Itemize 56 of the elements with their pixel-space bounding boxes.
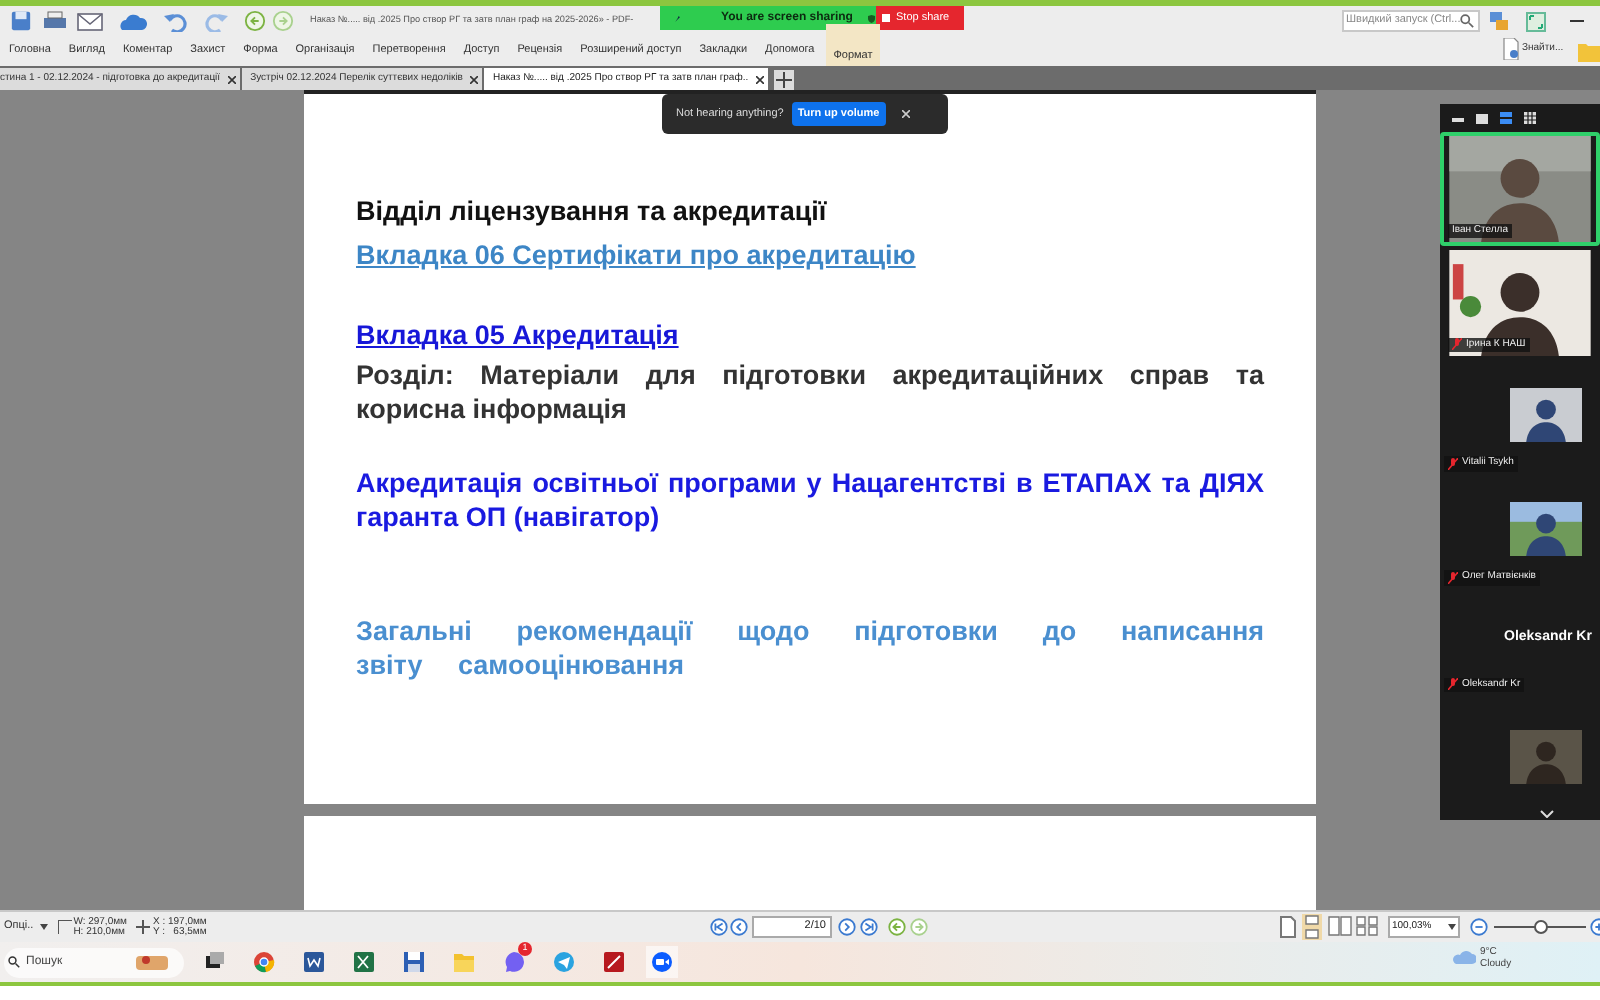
caret-icon bbox=[39, 924, 48, 930]
page-size-icon bbox=[57, 920, 72, 934]
muted-mic-icon bbox=[1452, 338, 1462, 351]
chat-bubble-icon[interactable] bbox=[501, 950, 525, 974]
chevron-down-icon[interactable] bbox=[1540, 810, 1554, 818]
document-link[interactable]: Вкладка 05 Акредитація bbox=[356, 315, 679, 356]
muted-mic-icon bbox=[1448, 457, 1458, 470]
zoom-out-icon[interactable] bbox=[1470, 918, 1488, 936]
close-icon[interactable] bbox=[470, 75, 479, 83]
minimize-icon[interactable] bbox=[1452, 115, 1464, 121]
caret-icon bbox=[1448, 924, 1456, 930]
document-link[interactable]: Вкладка 06 Сертифікати про акредитацію bbox=[356, 236, 916, 277]
document-search-icon bbox=[1502, 38, 1520, 60]
minimize-icon[interactable] bbox=[1570, 19, 1584, 23]
two-page-icon[interactable] bbox=[1328, 916, 1352, 936]
mail-icon[interactable] bbox=[76, 11, 104, 31]
cloud-icon bbox=[1452, 950, 1476, 966]
single-page-icon[interactable] bbox=[1280, 916, 1296, 938]
continuous-page-icon[interactable] bbox=[1302, 914, 1322, 940]
close-icon[interactable] bbox=[228, 75, 237, 83]
document-link[interactable]: Акредитація освітньої програми у Нацагентстві в ЕТАПАХ та ДІЯХ гаранта ОП (навігатор) bbox=[356, 465, 1264, 534]
new-tab-icon[interactable] bbox=[774, 70, 795, 90]
first-page-icon[interactable] bbox=[710, 918, 728, 936]
search-icon[interactable] bbox=[1460, 14, 1474, 28]
facing-pages-icon[interactable] bbox=[1356, 916, 1378, 936]
cloud-icon[interactable] bbox=[116, 11, 148, 31]
layout-icon[interactable] bbox=[1488, 10, 1514, 32]
next-page-icon[interactable] bbox=[838, 918, 856, 936]
window-icon[interactable] bbox=[1476, 113, 1488, 123]
close-icon[interactable] bbox=[756, 75, 765, 83]
video-meeting-icon[interactable] bbox=[650, 950, 674, 974]
muted-mic-icon bbox=[1448, 678, 1458, 691]
print-icon[interactable] bbox=[42, 10, 68, 32]
previous-page-icon[interactable] bbox=[730, 918, 748, 936]
paper-plane-icon[interactable] bbox=[551, 950, 575, 974]
browser-icon[interactable] bbox=[251, 950, 275, 974]
save-icon[interactable] bbox=[10, 10, 32, 32]
speaker-view-icon[interactable] bbox=[1500, 112, 1512, 124]
section-heading: Відділ ліцензування та акредитації bbox=[356, 194, 829, 230]
task-view-icon[interactable] bbox=[201, 950, 225, 974]
last-page-icon[interactable] bbox=[860, 918, 878, 936]
fullscreen-icon[interactable] bbox=[1526, 11, 1546, 31]
shield-icon bbox=[868, 11, 876, 25]
word-processor-icon[interactable] bbox=[301, 950, 325, 974]
slash-app-icon[interactable] bbox=[601, 950, 625, 974]
slider-thumb[interactable] bbox=[1533, 920, 1547, 934]
grid-view-icon[interactable] bbox=[1524, 112, 1536, 124]
search-icon bbox=[8, 956, 20, 968]
muted-mic-icon bbox=[1448, 571, 1458, 584]
widget-icon bbox=[134, 952, 171, 972]
section-description: Розділ: Матеріали для підготовки акредитаційних справ та корисна інформація bbox=[356, 357, 1264, 426]
undo-icon[interactable] bbox=[164, 10, 188, 32]
crosshair-icon bbox=[136, 920, 151, 934]
spreadsheet-icon[interactable] bbox=[351, 950, 375, 974]
back-icon[interactable] bbox=[244, 10, 266, 32]
back-icon[interactable] bbox=[888, 918, 906, 936]
